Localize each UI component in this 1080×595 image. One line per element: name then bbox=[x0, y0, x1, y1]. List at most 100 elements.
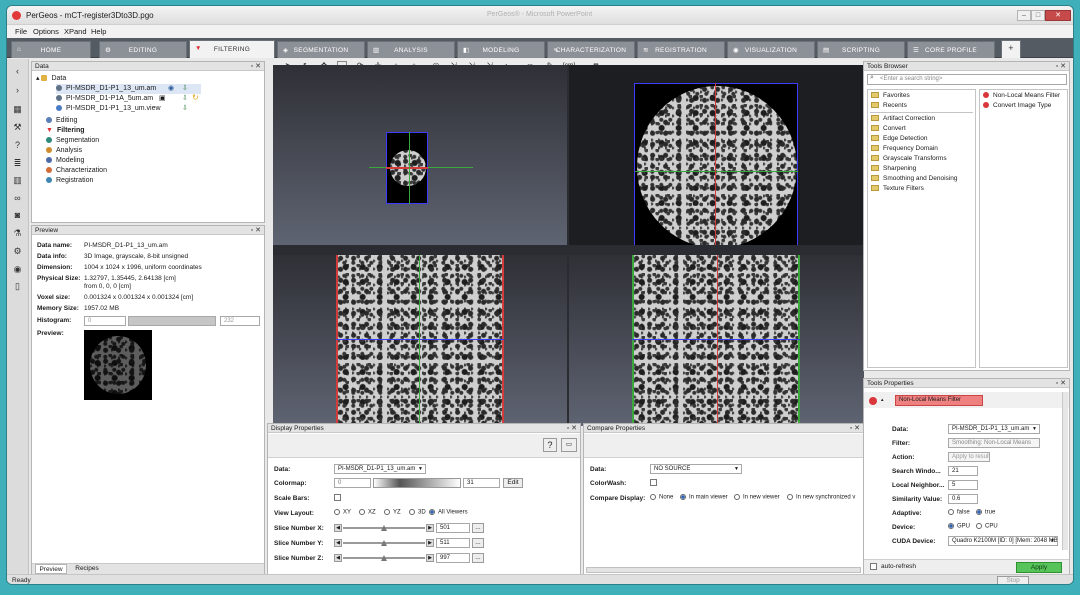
viewport-bottom-left[interactable] bbox=[273, 255, 567, 426]
tree-category-characterization[interactable]: Characterization bbox=[46, 166, 107, 176]
properties-icon[interactable]: ▣ bbox=[159, 94, 166, 102]
layout-xz-radio[interactable]: XZ bbox=[359, 509, 376, 516]
panel-buttons[interactable]: ▫ ✕ bbox=[1056, 379, 1066, 388]
tab-visualization[interactable]: ◉ VISUALIZATION bbox=[727, 41, 815, 58]
slider-knob[interactable] bbox=[381, 540, 387, 546]
compare-main-viewer-radio[interactable]: In main viewer bbox=[680, 494, 728, 501]
list-item[interactable]: Non-Local Means Filter bbox=[983, 91, 1060, 101]
slice-z-more-button[interactable]: ... bbox=[472, 553, 484, 563]
adaptive-true-radio[interactable]: true bbox=[976, 509, 995, 516]
eye-icon[interactable]: ◉ bbox=[11, 263, 24, 275]
viewer-area[interactable] bbox=[273, 65, 864, 426]
link-icon[interactable]: ∞ bbox=[11, 192, 24, 204]
adaptive-false-radio[interactable]: false bbox=[948, 509, 970, 516]
export-icon[interactable]: ⇩ bbox=[182, 94, 188, 102]
edit-colormap-button[interactable]: Edit bbox=[503, 478, 523, 488]
export-icon[interactable]: ⇩ bbox=[182, 84, 188, 92]
panel-buttons[interactable]: ▫ ✕ bbox=[850, 424, 860, 433]
tree-category-segmentation[interactable]: Segmentation bbox=[46, 136, 99, 146]
tab-segmentation[interactable]: ◈ SEGMENTATION bbox=[277, 41, 365, 58]
tab-recipes[interactable]: Recipes bbox=[70, 564, 104, 574]
slice-y-slider[interactable]: ◀ ▶ bbox=[334, 539, 434, 547]
tool-action-field[interactable]: Apply to result bbox=[948, 452, 990, 462]
help-button[interactable]: ? bbox=[543, 438, 557, 452]
list-item[interactable]: Recents bbox=[871, 101, 907, 111]
slice-x-slider[interactable]: ◀ ▶ bbox=[334, 524, 434, 532]
tree-root[interactable]: ▴ Data bbox=[36, 74, 66, 84]
similarity-value-input[interactable]: 0.6 bbox=[948, 494, 978, 504]
layout-xy-radio[interactable]: XY bbox=[334, 509, 351, 516]
tab-characterization[interactable]: ∿ CHARACTERIZATION bbox=[547, 41, 635, 58]
data-select[interactable]: PI-MSDR_D1-P1_13_um.am bbox=[334, 464, 426, 474]
device-cpu-radio[interactable]: CPU bbox=[976, 523, 998, 530]
export-icon[interactable]: ⇩ bbox=[182, 104, 188, 112]
slider-knob[interactable] bbox=[381, 555, 387, 561]
columns-icon[interactable]: ▯ bbox=[11, 280, 24, 292]
slice-y-value[interactable]: 511 bbox=[436, 538, 470, 548]
menu-help[interactable]: Help bbox=[91, 27, 106, 36]
expand-icon[interactable]: ‹ bbox=[11, 65, 24, 77]
stop-button[interactable]: Stop bbox=[997, 576, 1029, 584]
arrow-right-icon[interactable]: › bbox=[11, 84, 24, 96]
colormap-min[interactable]: 0 bbox=[334, 478, 371, 488]
refresh-icon[interactable]: ↻ bbox=[192, 93, 199, 102]
chart-icon[interactable]: ▥ bbox=[11, 174, 24, 186]
settings-icon[interactable]: ⚙ bbox=[11, 245, 24, 257]
flask-icon[interactable]: ⚗ bbox=[11, 227, 24, 239]
add-tab-button[interactable]: + bbox=[1001, 40, 1021, 58]
slice-x-value[interactable]: 501 bbox=[436, 523, 470, 533]
list-item[interactable]: Favorites bbox=[871, 91, 910, 101]
tab-modeling[interactable]: ◧ MODELING bbox=[457, 41, 545, 58]
tree-category-editing[interactable]: Editing bbox=[46, 116, 77, 126]
list-item[interactable]: Grayscale Transforms bbox=[871, 154, 947, 164]
tab-preview[interactable]: Preview bbox=[35, 564, 67, 574]
panel-buttons[interactable]: ▫ ✕ bbox=[567, 424, 577, 433]
tab-editing[interactable]: ⚙ EDITING bbox=[99, 41, 187, 58]
tree-item-data[interactable]: PI-MSDR_D1-P1_13_um.view bbox=[56, 104, 161, 114]
tree-category-analysis[interactable]: Analysis bbox=[46, 146, 82, 156]
list-item[interactable]: Texture Filters bbox=[871, 184, 924, 194]
tab-filtering[interactable]: ▼ FILTERING bbox=[189, 40, 275, 58]
colormap-bar[interactable] bbox=[373, 478, 461, 488]
options-button[interactable]: ▭ bbox=[561, 438, 577, 452]
panel-buttons[interactable]: ▫ ✕ bbox=[251, 62, 261, 71]
auto-refresh-checkbox[interactable] bbox=[870, 563, 877, 570]
compare-none-radio[interactable]: None bbox=[650, 494, 673, 501]
panel-buttons[interactable]: ▫ ✕ bbox=[1056, 62, 1066, 71]
visibility-eye-icon[interactable]: ◉ bbox=[168, 84, 174, 92]
tree-item-data[interactable]: PI-MSDR_D1-P1A_5um.am bbox=[56, 94, 153, 104]
menu-options[interactable]: Options bbox=[33, 27, 59, 36]
menu-xpand[interactable]: XPand bbox=[64, 27, 87, 36]
list-item[interactable]: Convert Image Type bbox=[983, 101, 1051, 111]
slice-x-more-button[interactable]: ... bbox=[472, 523, 484, 533]
vertical-scrollbar[interactable] bbox=[1062, 392, 1068, 550]
local-neighborhood-input[interactable]: 5 bbox=[948, 480, 978, 490]
camera-icon[interactable]: ◙ bbox=[11, 209, 24, 221]
colormap-max[interactable]: 31 bbox=[463, 478, 500, 488]
list-item[interactable]: Smoothing and Denoising bbox=[871, 174, 957, 184]
list-item[interactable]: Edge Detection bbox=[871, 134, 927, 144]
layout-all-viewers-radio[interactable]: All Viewers bbox=[429, 509, 468, 516]
close-button[interactable]: ✕ bbox=[1045, 10, 1071, 21]
panel-buttons[interactable]: ▫ ✕ bbox=[251, 226, 261, 235]
apply-button[interactable]: Apply bbox=[1016, 562, 1062, 573]
wrench-icon[interactable]: ⚒ bbox=[11, 121, 24, 133]
tree-category-modeling[interactable]: Modeling bbox=[46, 156, 84, 166]
stack-icon[interactable]: ≣ bbox=[11, 157, 24, 169]
tab-home[interactable]: ⌂ HOME bbox=[11, 41, 91, 58]
maximize-button[interactable]: □ bbox=[1031, 10, 1045, 21]
horizontal-scrollbar[interactable] bbox=[586, 567, 861, 573]
tab-core-profile[interactable]: ☰ CORE PROFILE bbox=[907, 41, 995, 58]
viewport-bottom-right[interactable] bbox=[569, 255, 864, 426]
scalebars-checkbox[interactable] bbox=[334, 494, 341, 501]
viewport-top-right[interactable] bbox=[569, 65, 864, 245]
list-item[interactable]: Convert bbox=[871, 124, 906, 134]
list-item[interactable]: Frequency Domain bbox=[871, 144, 938, 154]
cuda-device-select[interactable]: Quadro K2100M [ID: 0] [Mem: 2048 MB] bbox=[948, 536, 1058, 546]
collapse-icon[interactable]: ▴ bbox=[881, 397, 884, 403]
slider-knob[interactable] bbox=[381, 525, 387, 531]
tool-data-select[interactable]: PI-MSDR_D1-P1_13_um.am bbox=[948, 424, 1040, 434]
tree-category-registration[interactable]: Registration bbox=[46, 176, 93, 186]
search-window-input[interactable]: 21 bbox=[948, 466, 978, 476]
viewport-top-left[interactable] bbox=[273, 65, 567, 245]
